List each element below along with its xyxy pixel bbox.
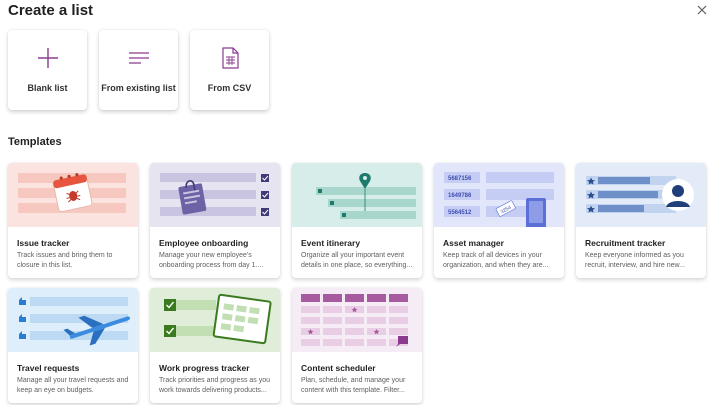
- asset-manager-thumbnail: 5687156 1649786 5564512 3254: [434, 163, 564, 227]
- template-title: Content scheduler: [301, 363, 376, 373]
- template-card-asset-manager[interactable]: 5687156 1649786 5564512 3254 Asset manag…: [434, 163, 564, 278]
- recruitment-tracker-thumbnail: [576, 163, 706, 227]
- template-card-travel-requests[interactable]: Travel requests Manage all your travel r…: [8, 288, 138, 403]
- template-title: Recruitment tracker: [585, 238, 666, 248]
- employee-onboarding-thumbnail: [150, 163, 280, 227]
- from-csv-label: From CSV: [207, 83, 252, 93]
- template-description: Manage your new employee's onboarding pr…: [159, 252, 264, 269]
- close-button[interactable]: [694, 2, 710, 18]
- template-card-employee-onboarding[interactable]: Employee onboarding Manage your new empl…: [150, 163, 280, 278]
- asset-id-1: 5687156: [448, 176, 472, 182]
- travel-requests-thumbnail: [8, 288, 138, 352]
- template-title: Work progress tracker: [159, 363, 250, 373]
- templates-heading: Templates: [8, 136, 62, 148]
- event-itinerary-thumbnail: [292, 163, 422, 227]
- asset-id-3: 5564512: [448, 210, 472, 216]
- from-csv-button[interactable]: From CSV: [190, 30, 269, 110]
- template-description: Manage all your travel requests and keep…: [17, 377, 129, 394]
- asset-id-2: 1649786: [448, 193, 472, 199]
- template-description: Track priorities and progress as you wor…: [159, 377, 271, 394]
- template-title: Employee onboarding: [159, 238, 249, 248]
- template-description: Organize all your important event detail…: [301, 252, 413, 269]
- close-icon: [697, 5, 707, 15]
- template-card-issue-tracker[interactable]: Issue tracker Track issues and bring the…: [8, 163, 138, 278]
- template-description: Plan, schedule, and manage your content …: [301, 377, 406, 394]
- from-existing-list-button[interactable]: From existing list: [99, 30, 178, 110]
- issue-tracker-thumbnail: [8, 163, 138, 227]
- template-card-work-progress-tracker[interactable]: Work progress tracker Track priorities a…: [150, 288, 280, 403]
- template-description: Keep everyone informed as you recruit, i…: [585, 252, 685, 269]
- plus-icon: [8, 47, 87, 69]
- template-description: Keep track of all devices in your organi…: [443, 252, 549, 269]
- template-card-recruitment-tracker[interactable]: Recruitment tracker Keep everyone inform…: [576, 163, 706, 278]
- template-title: Issue tracker: [17, 238, 70, 248]
- dialog-title: Create a list: [8, 2, 94, 19]
- work-progress-tracker-thumbnail: [150, 288, 280, 352]
- template-card-event-itinerary[interactable]: Event itinerary Organize all your import…: [292, 163, 422, 278]
- content-scheduler-thumbnail: [292, 288, 422, 352]
- template-card-content-scheduler[interactable]: Content scheduler Plan, schedule, and ma…: [292, 288, 422, 403]
- template-title: Travel requests: [17, 363, 80, 373]
- template-title: Event itinerary: [301, 238, 361, 248]
- from-existing-list-label: From existing list: [101, 83, 176, 93]
- blank-list-label: Blank list: [27, 83, 68, 93]
- list-lines-icon: [99, 47, 178, 69]
- template-title: Asset manager: [443, 238, 504, 248]
- template-description: Track issues and bring them to closure i…: [17, 252, 113, 269]
- blank-list-button[interactable]: Blank list: [8, 30, 87, 110]
- csv-file-icon: [190, 47, 269, 69]
